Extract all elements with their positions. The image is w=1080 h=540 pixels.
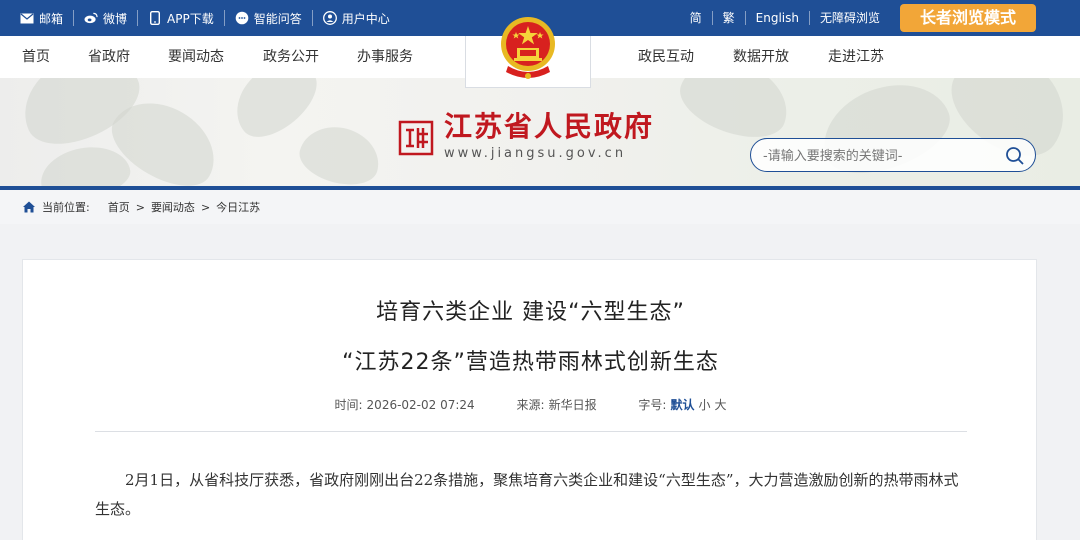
article-source: 来源: 新华日报 [517, 398, 597, 412]
accessibility-link[interactable]: 无障碍浏览 [810, 11, 890, 25]
article-body-paragraph: 2月1日，从省科技厅获悉，省政府刚刚出台22条措施，聚焦培育六类企业和建设“六型… [95, 471, 959, 518]
source-label: 来源: [516, 398, 545, 412]
time-label: 时间: [334, 398, 363, 412]
site-url: www.jiangsu.gov.cn [444, 146, 627, 161]
breadcrumb-separator: > [135, 200, 145, 214]
nav-item-about-jiangsu[interactable]: 走进江苏 [828, 36, 884, 78]
top-links-right: 简 繁 English 无障碍浏览 [680, 0, 890, 36]
mail-icon [20, 11, 34, 25]
nav-item-services[interactable]: 办事服务 [357, 36, 413, 78]
chat-icon [235, 11, 249, 25]
breadcrumb-label: 当前位置: [42, 201, 90, 214]
breadcrumb-home[interactable]: 首页 [108, 199, 130, 215]
traditional-chinese-link[interactable]: 繁 [713, 11, 746, 25]
font-size-control: 字号: 默认小大 [638, 398, 726, 412]
user-icon [322, 11, 337, 25]
breadcrumb-separator: > [200, 200, 211, 214]
article-title-line1: 培育六类企业 建设“六型生态” [376, 300, 685, 325]
search-icon[interactable] [1005, 146, 1025, 166]
nav-item-interaction[interactable]: 政民互动 [638, 36, 694, 78]
font-size-default[interactable]: 默认 [670, 398, 694, 412]
breadcrumb-today-jiangsu[interactable]: 今日江苏 [216, 199, 260, 215]
top-links-left: 邮箱 微博 APP下载 智能问答 用户中心 [20, 0, 400, 36]
home-icon [23, 201, 35, 213]
nav-item-government-affairs[interactable]: 政务公开 [263, 36, 319, 78]
banner-leaf-decoration [294, 118, 386, 186]
meta-divider [95, 431, 967, 432]
time-value: 2026-02-02 07:24 [366, 398, 475, 412]
article-title-line2: “江苏22条”营造热带雨林式创新生态 [342, 350, 719, 375]
font-size-small[interactable]: 小 [698, 398, 710, 412]
article-card: 培育六类企业 建设“六型生态” “江苏22条”营造热带雨林式创新生态 时间: 20… [22, 259, 1037, 540]
jiangsu-logo-icon [398, 120, 434, 156]
simplified-chinese-link[interactable]: 简 [680, 11, 713, 25]
article-meta: 时间: 2026-02-02 07:24 来源: 新华日报 字号: 默认小大 [23, 396, 1038, 413]
smart-qa-label: 智能问答 [253, 11, 302, 26]
font-size-label: 字号: [638, 398, 667, 412]
nav-item-home[interactable]: 首页 [22, 36, 50, 78]
site-logo[interactable]: 江苏省人民政府 www.jiangsu.gov.cn [398, 112, 654, 161]
user-center-label: 用户中心 [341, 11, 390, 26]
national-emblem-icon[interactable] [498, 14, 558, 86]
nav-item-provincial-government[interactable]: 省政府 [88, 36, 130, 78]
nav-item-open-data[interactable]: 数据开放 [733, 36, 789, 78]
weibo-label: 微博 [103, 11, 128, 26]
app-download-link[interactable]: APP下载 [138, 10, 225, 26]
english-link[interactable]: English [746, 11, 810, 25]
breadcrumb: 当前位置: 首页 > 要闻动态 > 今日江苏 [0, 190, 1080, 224]
font-size-large[interactable]: 大 [714, 398, 726, 412]
mail-label: 邮箱 [39, 11, 64, 26]
smart-qa-link[interactable]: 智能问答 [225, 10, 313, 26]
elder-mode-button[interactable]: 长者浏览模式 [900, 4, 1036, 32]
user-center-link[interactable]: 用户中心 [313, 10, 400, 26]
breadcrumb-news[interactable]: 要闻动态 [151, 199, 195, 215]
search-box [750, 138, 1036, 172]
site-name: 江苏省人民政府 [444, 110, 655, 143]
nav-item-news[interactable]: 要闻动态 [168, 36, 224, 78]
source-value: 新华日报 [548, 398, 597, 412]
mail-link[interactable]: 邮箱 [20, 10, 75, 26]
publish-time: 时间: 2026-02-02 07:24 [335, 398, 475, 412]
weibo-link[interactable]: 微博 [74, 10, 139, 26]
phone-icon [148, 11, 162, 25]
app-download-label: APP下载 [167, 11, 214, 26]
search-input[interactable] [763, 146, 993, 166]
weibo-icon [84, 11, 98, 25]
